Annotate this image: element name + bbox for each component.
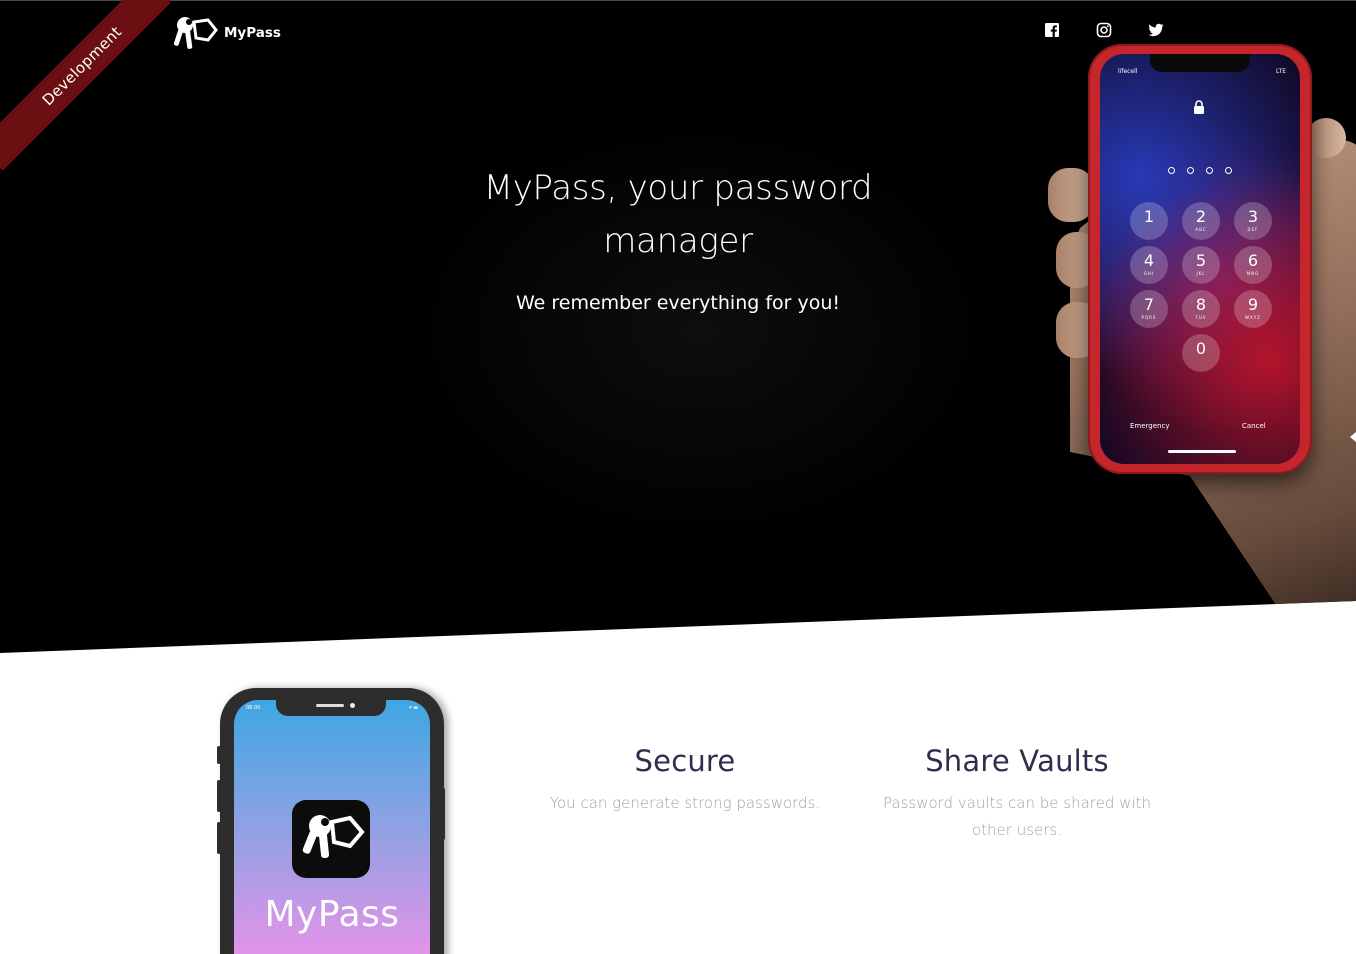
facebook-link[interactable] xyxy=(1044,22,1060,38)
feature-text: You can generate strong passwords. xyxy=(549,794,821,812)
brand-link[interactable]: MyPass xyxy=(172,14,281,52)
phone-side-button xyxy=(441,788,445,840)
phone-side-button xyxy=(217,822,221,854)
key-8: 8 TUV xyxy=(1182,290,1220,328)
wifi-battery-icon: ▾ ▬ xyxy=(409,705,418,711)
passcode-keypad: 1 2 ABC 3 DEF 4 GHI 5 JKL 6 MNO 7 PQRS 8 TUV 9W… xyxy=(1130,202,1272,372)
app-icon xyxy=(292,800,370,878)
hero-title: MyPass, your password manager xyxy=(483,168,873,261)
twitter-link[interactable] xyxy=(1148,22,1164,38)
passcode-dot xyxy=(1168,167,1175,174)
phone-side-button xyxy=(217,780,221,812)
phone-lock-screen: lifecell LTE 1 2 ABC 3 DEF 4 GHI 5 JKL 6 MNO … xyxy=(1100,54,1300,464)
emergency-label: Emergency xyxy=(1130,422,1170,430)
cancel-label: Cancel xyxy=(1242,422,1266,430)
key-0: 0 xyxy=(1182,334,1220,372)
scroll-arrow-icon[interactable] xyxy=(1350,432,1356,442)
brand-name: MyPass xyxy=(224,25,281,41)
home-indicator xyxy=(1168,450,1236,453)
speaker xyxy=(316,704,344,707)
passcode-dot xyxy=(1206,167,1213,174)
feature-share-vaults: Share Vaults Password vaults can be shar… xyxy=(862,744,1172,844)
passcode-dot xyxy=(1225,167,1232,174)
key-9: 9 WXYZ xyxy=(1234,290,1272,328)
social-links xyxy=(1044,22,1164,38)
key-2: 2 ABC xyxy=(1182,202,1220,240)
facebook-icon xyxy=(1045,23,1059,37)
instagram-icon xyxy=(1096,22,1112,38)
phone-side-button xyxy=(217,746,221,764)
twitter-icon xyxy=(1148,23,1164,37)
network-status: LTE xyxy=(1276,68,1286,75)
keys-icon xyxy=(173,17,218,49)
feature-title: Share Vaults xyxy=(925,744,1109,778)
instagram-link[interactable] xyxy=(1096,22,1112,38)
key-1: 1 xyxy=(1130,202,1168,240)
feature-secure: Secure You can generate strong passwords… xyxy=(540,744,830,817)
app-name: MyPass xyxy=(264,894,400,935)
phone-notch xyxy=(276,700,386,716)
status-time: 08.00 xyxy=(246,705,261,711)
hero-subtitle: We remember everything for you! xyxy=(515,292,841,314)
camera xyxy=(350,703,355,708)
app-mockup-phone: 08.00 ▾ ▬ MyPass xyxy=(217,688,445,954)
feature-title: Secure xyxy=(634,744,736,778)
carrier-label: lifecell xyxy=(1118,68,1138,75)
key-7: 7 PQRS xyxy=(1130,290,1168,328)
lock-icon xyxy=(1194,100,1204,114)
passcode-dot xyxy=(1187,167,1194,174)
app-splash-screen: 08.00 ▾ ▬ MyPass xyxy=(234,700,430,954)
dev-ribbon: Development xyxy=(0,0,170,170)
key-6: 6 MNO xyxy=(1234,246,1272,284)
hero-phone-image: lifecell LTE 1 2 ABC 3 DEF 4 GHI 5 JKL 6 MNO … xyxy=(1088,44,1312,474)
feature-text: Password vaults can be shared with other… xyxy=(883,794,1151,839)
passcode-dots xyxy=(1168,167,1232,174)
thumb-image xyxy=(1306,118,1346,158)
top-border xyxy=(0,0,1356,1)
hero-section: Development MyPass MyPass, your password… xyxy=(0,0,1356,653)
key-4: 4 GHI xyxy=(1130,246,1168,284)
phone-notch xyxy=(1150,54,1250,72)
key-3: 3 DEF xyxy=(1234,202,1272,240)
dev-ribbon-label: Development xyxy=(0,0,170,170)
key-5: 5 JKL xyxy=(1182,246,1220,284)
keys-icon xyxy=(302,815,365,859)
